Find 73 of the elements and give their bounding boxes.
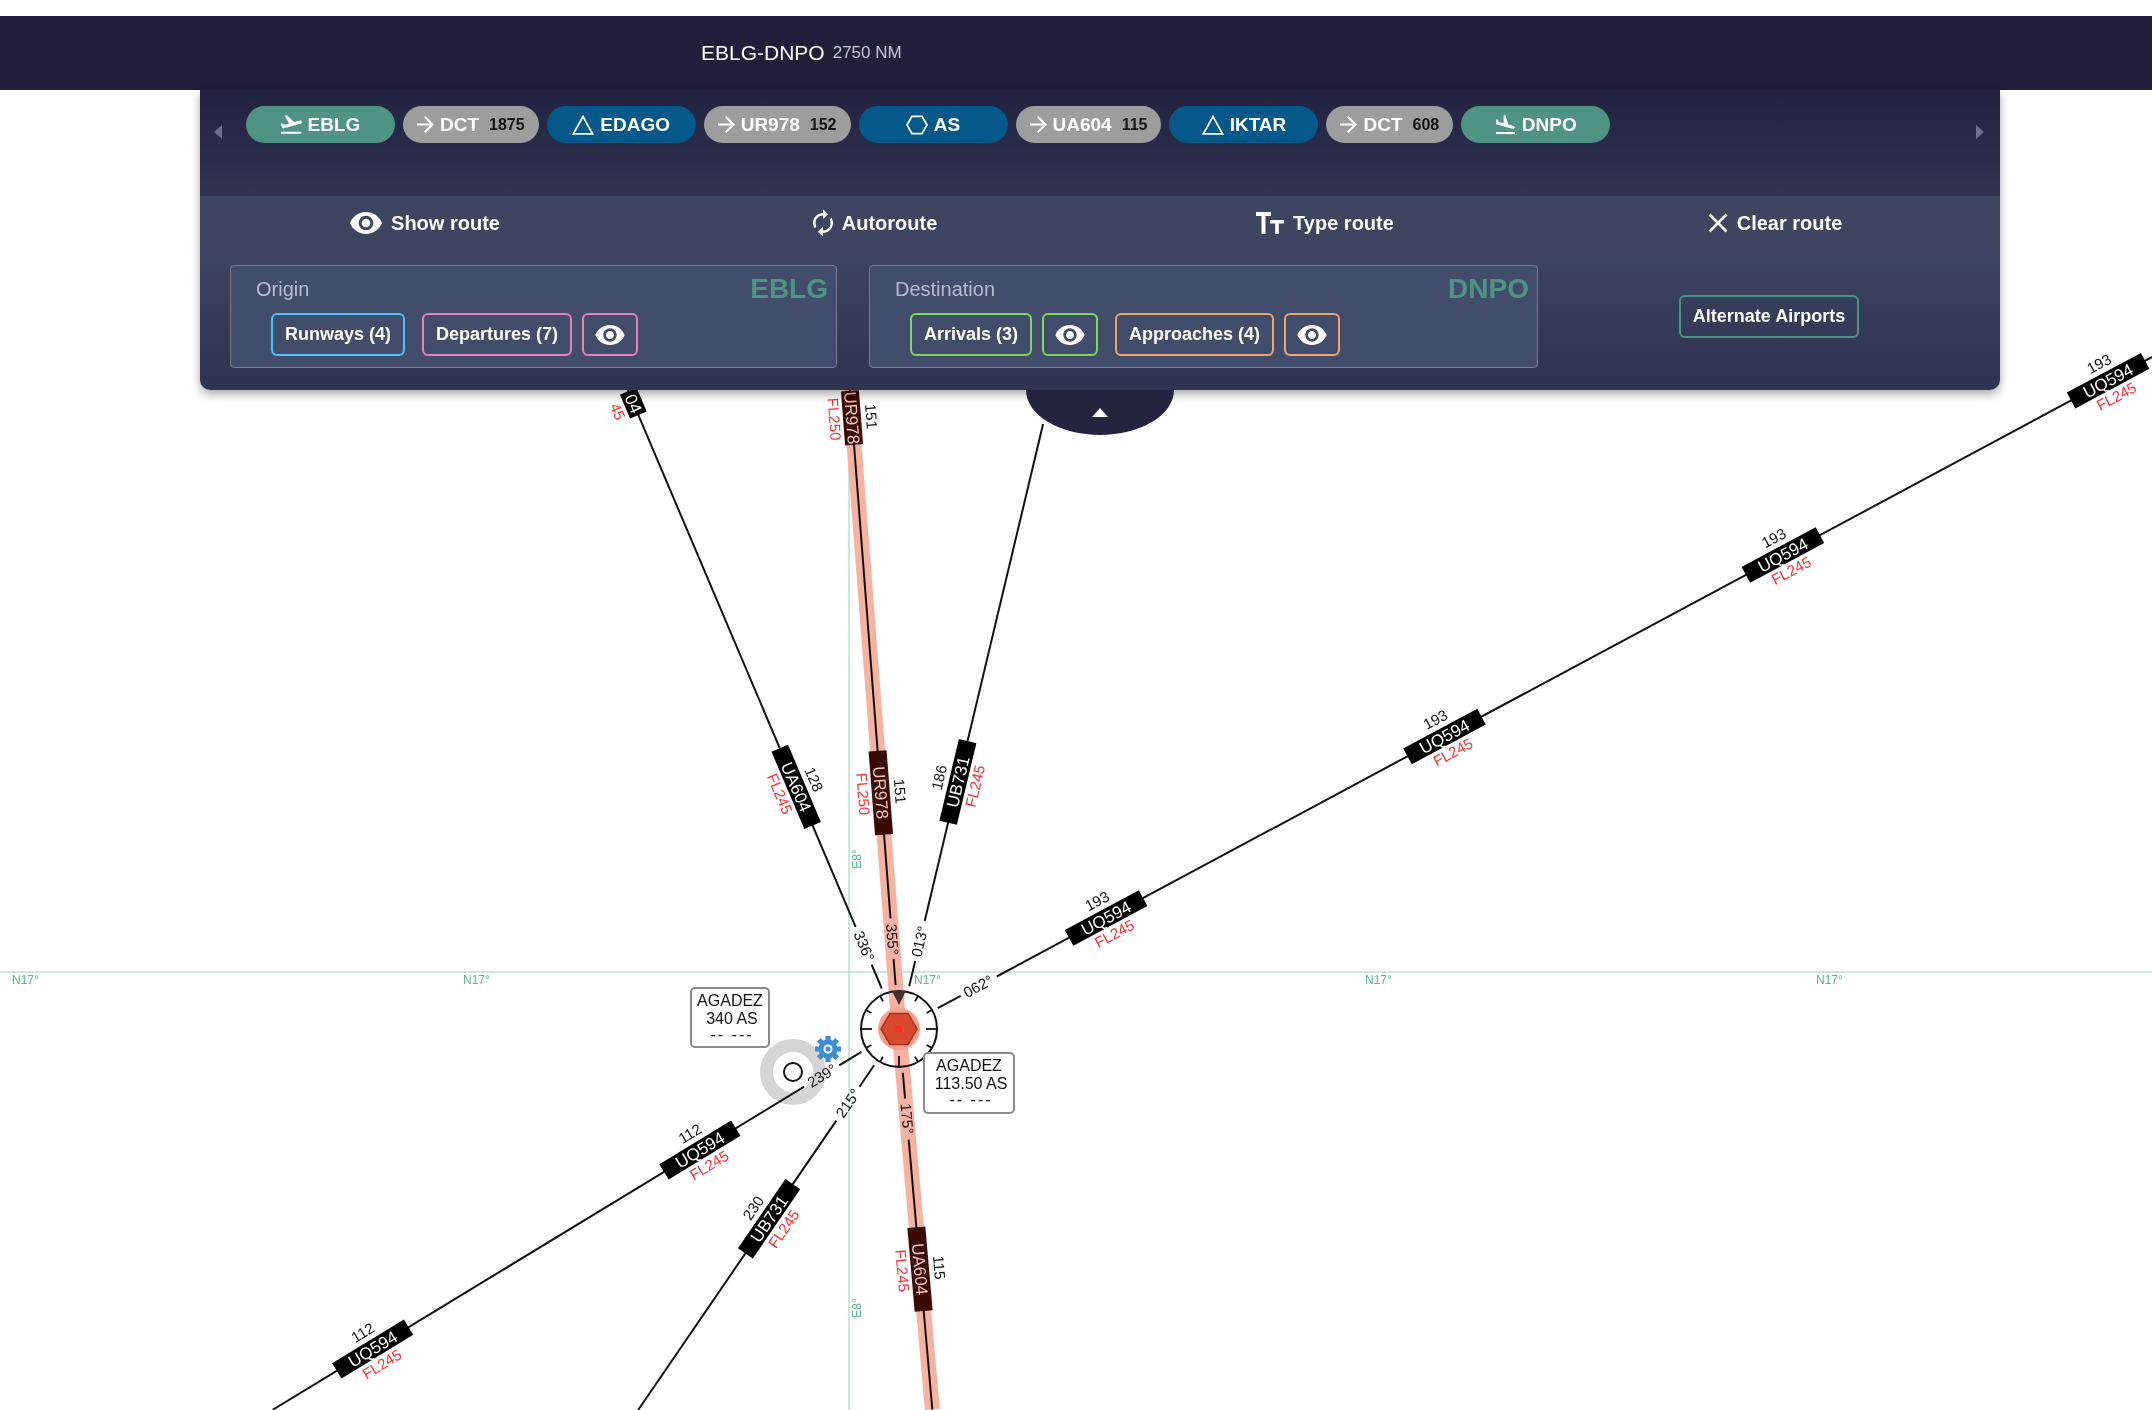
arrival-chip[interactable]: DNPO xyxy=(1461,106,1611,143)
eye-icon xyxy=(1055,324,1086,345)
hexagon-icon xyxy=(905,114,928,135)
scroll-left-icon[interactable] xyxy=(214,125,222,139)
waypoint-chip[interactable]: EDAGO xyxy=(546,106,696,143)
alternate-airports-button[interactable]: Alternate Airports xyxy=(1678,295,1860,338)
route-title: EBLG-DNPO xyxy=(701,41,825,65)
preview-button[interactable] xyxy=(1284,313,1341,356)
arrow-right-icon xyxy=(1340,116,1358,133)
gear-icon xyxy=(815,1036,841,1062)
airway-distance: 115 xyxy=(929,1254,949,1281)
eye-icon xyxy=(350,212,383,234)
navaid-name: AGADEZ xyxy=(936,1057,1002,1074)
radial-bearing: 175° xyxy=(897,1102,918,1135)
refresh-icon xyxy=(812,209,833,237)
airport-code: DNPO xyxy=(1448,273,1529,305)
procedure-button[interactable]: Runways (4) xyxy=(271,313,406,356)
arrow-right-icon xyxy=(417,116,434,133)
morse-ident: -- --- xyxy=(710,1026,754,1043)
preview-button[interactable] xyxy=(582,313,639,356)
morse-ident: -- --- xyxy=(949,1091,993,1108)
triangle-icon xyxy=(572,114,595,135)
eye-icon xyxy=(595,324,626,345)
longitude-label: E8° xyxy=(850,1298,864,1318)
radial-bearing: 336° xyxy=(850,928,879,964)
arrow-right-icon xyxy=(717,116,735,133)
procedure-button[interactable]: Arrivals (3) xyxy=(910,313,1033,356)
triangle-icon xyxy=(1201,114,1224,135)
radial-bearing: 013° xyxy=(907,924,932,959)
flight-level: FL245 xyxy=(892,1248,913,1293)
procedure-button[interactable]: Departures (7) xyxy=(422,313,573,356)
radial-bearing: 355° xyxy=(882,923,903,956)
vor-station-icon xyxy=(878,1008,920,1050)
longitude-label: E8° xyxy=(850,849,864,869)
clear-route-button[interactable]: Clear route xyxy=(1707,211,1843,235)
airway-distance: 151 xyxy=(862,403,881,430)
latitude-label: N17° xyxy=(1365,973,1392,987)
scroll-right-icon[interactable] xyxy=(1976,125,1984,139)
autoroute-button[interactable]: Autoroute xyxy=(812,209,938,237)
landing-icon xyxy=(1494,115,1516,134)
takeoff-icon xyxy=(280,115,302,134)
caret-up-icon xyxy=(1092,408,1108,417)
preview-button[interactable] xyxy=(1042,313,1099,356)
radial-bearing: 062° xyxy=(960,971,996,1001)
type-route-button[interactable]: Type route xyxy=(1256,211,1394,235)
airport-code: EBLG xyxy=(750,273,828,305)
navaid-frequency: 113.50 AS xyxy=(934,1075,1008,1092)
close-icon xyxy=(1707,213,1728,233)
airway-chip[interactable]: UA604 115 xyxy=(1015,106,1162,143)
procedure-button[interactable]: Approaches (4) xyxy=(1115,313,1275,356)
show-route-button[interactable]: Show route xyxy=(350,211,500,235)
eye-icon xyxy=(1297,324,1328,345)
arrow-right-icon xyxy=(1029,116,1047,133)
navaid-chip[interactable]: AS xyxy=(858,106,1008,143)
airway-chip[interactable]: UR978 152 xyxy=(703,106,851,143)
waypoint-chip[interactable]: IKTAR xyxy=(1169,106,1319,143)
departure-chip[interactable]: EBLG xyxy=(246,106,395,143)
radial-bearing: 239° xyxy=(804,1060,840,1091)
section-title: Origin xyxy=(256,277,310,301)
airway-ident: UR978 xyxy=(840,390,863,445)
text-size-icon xyxy=(1256,211,1285,235)
navaid-name: AGADEZ xyxy=(697,992,763,1009)
airway-chip[interactable]: DCT 1875 xyxy=(403,106,539,143)
route-distance: 2750 NM xyxy=(832,43,902,63)
latitude-label: N17° xyxy=(463,973,490,987)
latitude-label: N17° xyxy=(914,973,941,987)
latitude-label: N17° xyxy=(1816,973,1843,987)
section-title: Destination xyxy=(895,277,996,301)
latitude-label: N17° xyxy=(12,973,39,987)
airway-chip[interactable]: DCT 608 xyxy=(1326,106,1454,143)
airway-distance: 151 xyxy=(890,778,910,805)
navaid-frequency: 340 AS xyxy=(706,1010,758,1027)
flight-level: FL250 xyxy=(853,772,874,816)
